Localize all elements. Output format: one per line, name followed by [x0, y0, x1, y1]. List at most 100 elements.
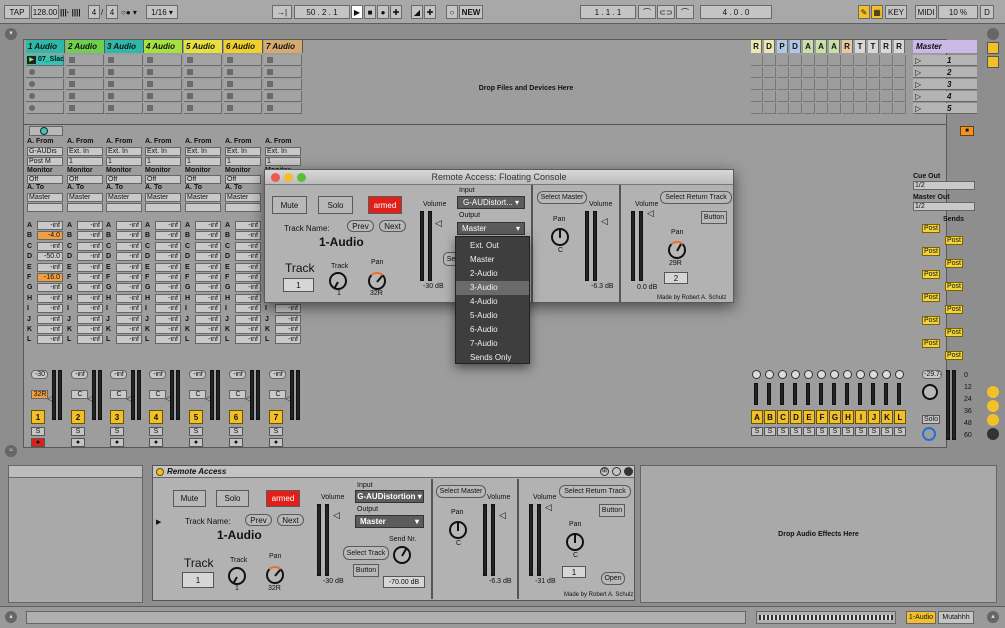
send-value[interactable]: -inf	[116, 283, 142, 293]
send-value[interactable]: -inf	[116, 221, 142, 230]
scene-5[interactable]: ▷ 5	[913, 103, 977, 114]
audio-to-select[interactable]: Master	[67, 193, 103, 202]
send-value[interactable]: -inf	[195, 283, 221, 293]
pan-display[interactable]: C	[269, 390, 286, 399]
track-activator[interactable]: 4	[149, 410, 163, 424]
track-header-2[interactable]: 2 Audio	[66, 40, 105, 53]
stop-all-clips-button[interactable]: ■	[960, 126, 974, 136]
solo-button[interactable]: Solo	[318, 196, 353, 214]
stop-clip-icon[interactable]	[147, 69, 153, 75]
stop-clip-icon[interactable]	[69, 105, 75, 111]
session-view-icon[interactable]	[987, 42, 999, 54]
solo-button[interactable]: S	[110, 427, 124, 436]
ra-select-track-button[interactable]: Select Track	[343, 546, 389, 560]
track-activator[interactable]: 1	[31, 410, 45, 424]
send-value[interactable]: -inf	[116, 335, 142, 345]
record-slot-icon[interactable]	[29, 105, 35, 111]
volume-display[interactable]: -inf	[269, 370, 286, 379]
send-value[interactable]: -inf	[37, 314, 63, 324]
clip-slot[interactable]	[184, 103, 222, 114]
device-save-icon[interactable]	[624, 467, 633, 476]
audio-to-channel[interactable]	[145, 203, 181, 212]
clip-slot[interactable]	[184, 67, 222, 78]
return-pan-knob[interactable]	[817, 370, 826, 379]
stop-clip-icon[interactable]	[69, 81, 75, 87]
send-value[interactable]: -inf	[77, 293, 103, 303]
arm-record-button[interactable]: ●	[149, 438, 163, 447]
return-activator[interactable]: H	[842, 410, 854, 424]
monitor-select[interactable]: Off	[106, 175, 142, 184]
dropdown-item[interactable]: 7-Audio	[456, 337, 529, 351]
zoom-window-icon[interactable]	[297, 173, 306, 182]
stop-clip-icon[interactable]	[147, 105, 153, 111]
send-value[interactable]: -inf	[235, 262, 261, 272]
return-header-11[interactable]: R	[881, 40, 892, 53]
output-select[interactable]: Master ▾	[457, 222, 525, 235]
stop-clip-icon[interactable]	[187, 105, 193, 111]
scene-launch-icon[interactable]: ▷	[915, 55, 921, 66]
audio-from-channel[interactable]: 1	[145, 157, 181, 166]
clip-slot[interactable]	[224, 55, 262, 66]
new-button[interactable]: NEW	[459, 5, 483, 19]
send-value[interactable]: -inf	[235, 273, 261, 282]
return-solo-button[interactable]: S	[829, 427, 841, 436]
arm-record-button[interactable]: ●	[71, 438, 85, 447]
send-value[interactable]: -inf	[77, 314, 103, 324]
arm-button[interactable]: armed	[368, 196, 402, 214]
return-activator[interactable]: F	[816, 410, 828, 424]
send-value[interactable]: -16.0	[37, 273, 63, 282]
device-power-icon[interactable]	[156, 468, 164, 476]
post-button[interactable]: Post	[922, 293, 940, 302]
ra-return-number-field[interactable]: 1	[562, 566, 586, 578]
post-button[interactable]: Post	[945, 350, 963, 360]
stop-clip-icon[interactable]	[267, 57, 273, 63]
clip-slot[interactable]	[105, 103, 143, 114]
solo-button[interactable]: S	[269, 427, 283, 436]
sends-toggle-icon[interactable]	[987, 386, 999, 398]
stop-clip-icon[interactable]	[108, 69, 114, 75]
send-value[interactable]: -inf	[116, 252, 142, 262]
send-value[interactable]: -inf	[195, 221, 221, 230]
volume-display[interactable]: -inf	[229, 370, 246, 379]
return-activator[interactable]: G	[829, 410, 841, 424]
audio-from-channel[interactable]: Post M	[27, 157, 63, 166]
signature-denominator[interactable]: 4	[106, 5, 118, 19]
send-value[interactable]: -inf	[235, 304, 261, 314]
key-map-icon[interactable]: ▦	[871, 5, 883, 19]
send-value[interactable]: -inf	[235, 293, 261, 303]
clip-slot[interactable]	[264, 79, 302, 90]
loop-start-field[interactable]: 1 . 1 . 1	[580, 5, 636, 19]
punch-in-icon[interactable]: ⌒	[638, 5, 656, 19]
volume-display[interactable]: -inf	[110, 370, 127, 379]
draw-mode-icon[interactable]: ✎	[858, 5, 870, 19]
send-value[interactable]: -inf	[155, 262, 181, 272]
send-value[interactable]: -inf	[155, 241, 181, 251]
post-button[interactable]: Post	[945, 281, 963, 291]
scene-launch-icon[interactable]: ▷	[915, 79, 921, 90]
arm-record-button[interactable]: ●	[189, 438, 203, 447]
send-value[interactable]: -inf	[116, 325, 142, 334]
track-activator[interactable]: 6	[229, 410, 243, 424]
stop-clip-icon[interactable]	[267, 105, 273, 111]
audio-to-channel[interactable]	[185, 203, 221, 212]
send-value[interactable]: -inf	[116, 231, 142, 241]
select-return-track-button[interactable]: Select Return Track	[660, 191, 732, 204]
send-value[interactable]: -inf	[37, 304, 63, 314]
ra-select-master-button[interactable]: Select Master	[436, 485, 486, 498]
send-value[interactable]: -inf	[116, 314, 142, 324]
return-solo-button[interactable]: S	[868, 427, 880, 436]
clip-slot[interactable]	[26, 67, 64, 78]
return-solo-button[interactable]: S	[803, 427, 815, 436]
return-activator[interactable]: A	[751, 410, 763, 424]
ra-solo-button[interactable]: Solo	[216, 490, 249, 507]
pan-display[interactable]: C	[71, 390, 88, 399]
send-value[interactable]: -inf	[116, 241, 142, 251]
ra-prev-button[interactable]: Prev	[245, 514, 272, 526]
audio-from-channel[interactable]: 1	[265, 157, 301, 166]
audio-to-select[interactable]: Master	[185, 193, 221, 202]
send-value[interactable]: -inf	[235, 221, 261, 230]
return-activator[interactable]: L	[894, 410, 906, 424]
monitor-select[interactable]: Off	[225, 175, 261, 184]
master-fader-icon[interactable]: ◁	[601, 216, 608, 227]
dropdown-item[interactable]: Sends Only	[456, 351, 529, 365]
